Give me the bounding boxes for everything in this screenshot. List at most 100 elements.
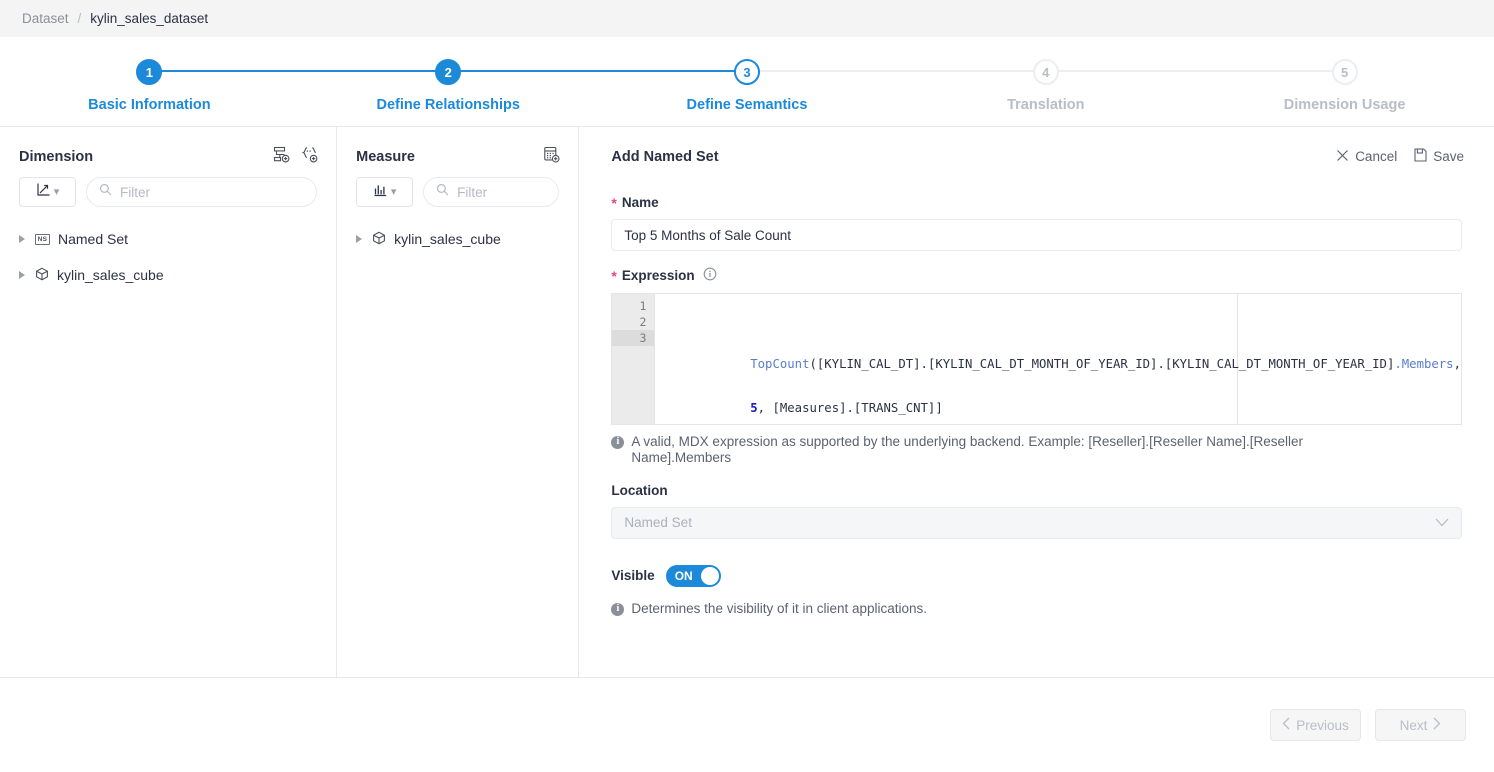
info-icon: i [611, 602, 625, 616]
expression-editor[interactable]: 1 2 3 TopCount([KYLIN_CAL_DT].[KYLIN_CAL… [611, 293, 1462, 425]
location-field-label: Location [611, 483, 1462, 498]
visible-label: Visible [611, 568, 655, 584]
workspace: Dimension ▾ Filter NS Named Set kylin_sa… [0, 127, 1494, 678]
bar-chart-icon [373, 182, 388, 202]
editor-gutter: 1 2 3 [612, 294, 656, 424]
expression-help-label: A valid, MDX expression as supported by … [631, 434, 1303, 466]
form-header: Add Named Set Cancel Save [579, 127, 1494, 169]
wizard-stepper: 1 Basic Information 2 Define Relationshi… [0, 37, 1494, 127]
code-token: .Members [1394, 357, 1454, 371]
cube-icon [372, 231, 386, 248]
step-label: Basic Information [88, 97, 211, 113]
chevron-down-icon [1435, 515, 1449, 530]
breadcrumb-root[interactable]: Dataset [22, 11, 69, 26]
line-number: 2 [639, 315, 647, 329]
dimension-panel-title: Dimension [19, 149, 94, 165]
next-button[interactable]: Next [1375, 709, 1466, 741]
info-icon: i [611, 436, 625, 449]
dimension-panel: Dimension ▾ Filter NS Named Set kylin_sa… [0, 127, 338, 677]
expand-triangle-icon[interactable] [356, 235, 363, 243]
line-number: 1 [639, 299, 647, 313]
measure-filter-row: ▾ Filter [337, 171, 578, 207]
measure-type-select[interactable]: ▾ [356, 177, 414, 207]
line-number: 3 [612, 330, 655, 346]
step-basic-information[interactable]: 1 Basic Information [0, 37, 299, 113]
step-dimension-usage[interactable]: 5 Dimension Usage [1045, 37, 1494, 113]
toggle-knob [700, 566, 719, 585]
visible-row: Visible ON [611, 564, 1462, 587]
name-input[interactable]: Top 5 Months of Sale Count [611, 219, 1462, 251]
location-select-value: Named Set [624, 515, 692, 531]
breadcrumb-current: kylin_sales_dataset [90, 11, 209, 26]
chevron-down-icon: ▾ [53, 185, 60, 198]
code-token: 5 [750, 401, 758, 415]
visible-help-label: Determines the visibility of it in clien… [631, 600, 928, 616]
cube-icon [35, 267, 49, 284]
code-line-2: 5, [Measures].[TRANS_CNT]] [655, 384, 1461, 415]
chevron-left-icon [1282, 717, 1291, 733]
search-icon [99, 183, 112, 201]
close-icon [1336, 149, 1349, 165]
search-icon [436, 183, 449, 201]
dimension-filter-row: ▾ Filter [0, 171, 336, 207]
dimension-panel-header: Dimension [0, 127, 336, 171]
code-token: , [1453, 357, 1461, 371]
step-label: Define Semantics [686, 97, 808, 113]
required-asterisk: * [611, 194, 617, 211]
named-set-form-panel: Add Named Set Cancel Save * Name Top 5 M… [579, 127, 1494, 677]
step-define-relationships[interactable]: 2 Define Relationships [149, 37, 598, 113]
measure-panel: Measure ▾ Filter kylin_sales_cube [337, 127, 580, 677]
step-number: 1 [136, 59, 163, 85]
expand-triangle-icon[interactable] [19, 235, 25, 243]
breadcrumb: Dataset / kylin_sales_dataset [0, 0, 1494, 37]
step-track [747, 70, 1046, 72]
add-named-set-icon[interactable] [301, 146, 318, 168]
tree-item-named-set[interactable]: NS Named Set [19, 221, 336, 257]
add-hierarchy-icon[interactable] [273, 146, 290, 168]
expression-field-label: * Expression [611, 267, 1462, 284]
dimension-filter-placeholder: Filter [120, 184, 150, 200]
previous-button[interactable]: Previous [1270, 709, 1361, 741]
editor-code-area[interactable]: TopCount([KYLIN_CAL_DT].[KYLIN_CAL_DT_MO… [655, 294, 1461, 424]
tree-item-kylin-sales-cube[interactable]: kylin_sales_cube [19, 257, 336, 293]
name-field-label: * Name [611, 195, 1462, 210]
step-number: 3 [733, 59, 760, 85]
step-number: 4 [1032, 59, 1059, 85]
dimension-type-select[interactable]: ▾ [19, 177, 76, 207]
tree-item-label: kylin_sales_cube [57, 267, 164, 283]
form-title: Add Named Set [611, 148, 719, 165]
code-token: ([KYLIN_CAL_DT].[KYLIN_CAL_DT_MONTH_OF_Y… [809, 357, 1395, 371]
chevron-right-icon [1432, 717, 1441, 733]
measure-filter-placeholder: Filter [457, 184, 488, 200]
step-label: Translation [1007, 97, 1085, 113]
code-token: , [Measures].[TRANS_CNT]] [757, 401, 943, 415]
location-label-text: Location [611, 482, 668, 498]
tree-item-label: Named Set [58, 231, 129, 247]
dimension-tree: NS Named Set kylin_sales_cube [0, 207, 336, 293]
expression-help-text: i A valid, MDX expression as supported b… [611, 434, 1341, 467]
step-number: 5 [1331, 59, 1358, 85]
tree-item-label: kylin_sales_cube [394, 231, 501, 247]
cancel-button[interactable]: Cancel [1336, 149, 1397, 165]
measure-panel-header: Measure [337, 127, 578, 171]
expand-triangle-icon[interactable] [19, 271, 25, 279]
tree-item-kylin-sales-cube[interactable]: kylin_sales_cube [356, 221, 578, 257]
save-label: Save [1433, 149, 1464, 164]
location-select: Named Set [611, 506, 1462, 539]
dimension-filter-input[interactable]: Filter [86, 177, 318, 207]
step-track [1045, 70, 1345, 72]
previous-label: Previous [1296, 717, 1349, 733]
save-icon [1414, 148, 1427, 165]
add-calculated-measure-icon[interactable] [543, 146, 560, 168]
measure-filter-input[interactable]: Filter [423, 177, 560, 207]
save-button[interactable]: Save [1414, 148, 1464, 165]
info-icon[interactable] [703, 267, 717, 284]
step-track [448, 70, 747, 72]
measure-panel-title: Measure [356, 149, 415, 165]
next-label: Next [1399, 717, 1428, 733]
named-set-badge-icon: NS [35, 233, 50, 245]
step-number: 2 [435, 59, 462, 85]
visible-toggle[interactable]: ON [665, 564, 721, 587]
step-define-semantics[interactable]: 3 Define Semantics [448, 37, 897, 113]
step-translation[interactable]: 4 Translation [747, 37, 1195, 113]
